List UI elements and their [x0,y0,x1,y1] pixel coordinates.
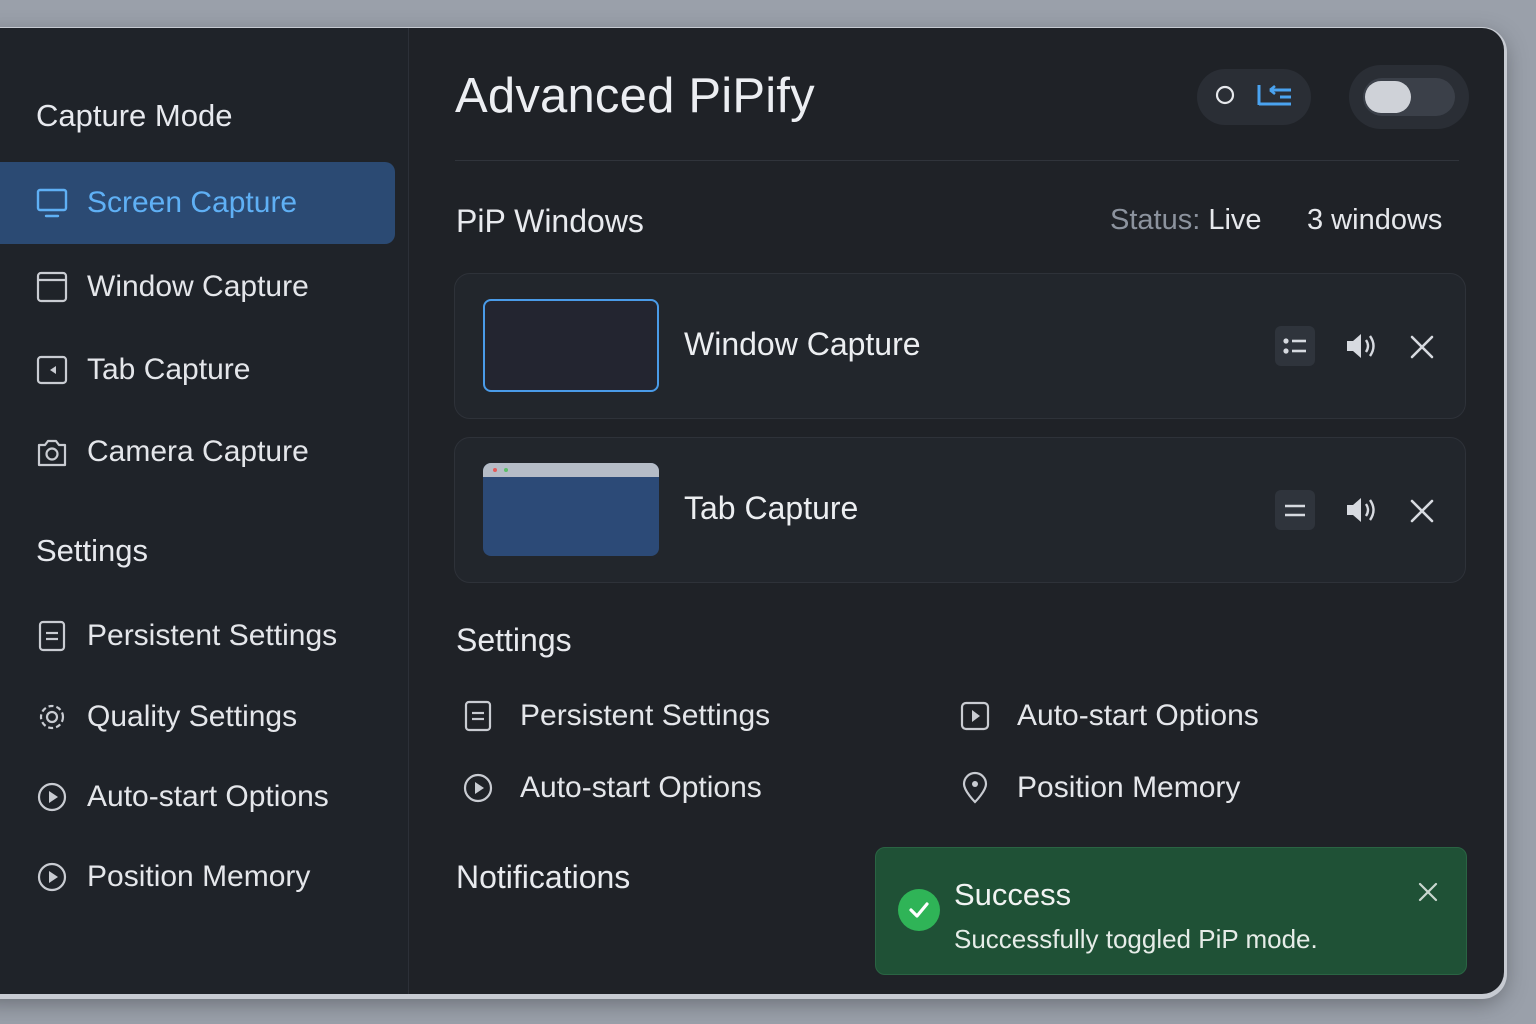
play-circle-icon [34,779,70,815]
location-pin-icon [957,770,993,806]
sidebar-item-persistent-settings[interactable]: Persistent Settings [0,595,395,677]
capture-mode-heading: Capture Mode [36,98,233,133]
view-controls[interactable] [1197,69,1311,125]
setting-auto-start-options[interactable]: Auto-start Options [460,770,762,806]
gear-icon [34,699,70,735]
equals-icon[interactable] [1275,490,1315,530]
camera-icon [34,434,70,470]
swap-list-icon[interactable] [1256,83,1294,112]
sidebar-item-label: Window Capture [87,270,309,303]
main-panel: Advanced PiPify PiP Windows Status: Live… [408,28,1504,994]
sidebar-item-camera-capture[interactable]: Camera Capture [0,411,395,493]
close-icon[interactable] [1407,332,1437,362]
play-circle-icon [460,770,496,806]
tab-icon [34,352,70,388]
toggle-knob [1365,81,1411,113]
status-indicator: Status: Live [1110,204,1262,237]
settings-heading: Settings [36,533,149,568]
sidebar-item-window-capture[interactable]: Window Capture [0,246,395,328]
setting-position-memory[interactable]: Position Memory [957,770,1240,806]
window-dot [493,468,497,472]
pip-window-title: Tab Capture [684,490,859,526]
volume-icon[interactable] [1343,330,1379,362]
pip-windows-heading: PiP Windows [456,203,644,239]
toast-title: Success [954,877,1072,912]
setting-label: Persistent Settings [520,699,771,732]
sidebar-item-quality-settings[interactable]: Quality Settings [0,676,395,758]
pip-window-card[interactable]: Tab Capture [454,437,1466,583]
record-icon[interactable] [1214,84,1236,111]
tab-thumbnail [483,463,659,556]
notifications-heading: Notifications [456,859,631,895]
sidebar-item-label: Quality Settings [87,700,298,733]
sidebar-item-screen-capture[interactable]: Screen Capture [0,162,395,244]
status-label: Status: [1110,204,1201,236]
sidebar-item-label: Camera Capture [87,435,309,468]
sidebar-item-label: Position Memory [87,860,311,893]
setting-label: Auto-start Options [520,771,762,804]
header-divider [455,160,1459,161]
success-toast: Success Successfully toggled PiP mode. [875,847,1467,975]
check-circle-icon [898,889,940,931]
document-icon [34,618,70,654]
window-icon [34,269,70,305]
tab-thumbnail-bar [483,463,659,477]
window-count: 3 windows [1307,204,1443,236]
toast-message: Successfully toggled PiP mode. [954,924,1318,954]
sidebar-item-position-memory[interactable]: Position Memory [0,836,395,918]
setting-auto-start-options[interactable]: Auto-start Options [957,698,1259,734]
settings-section-heading: Settings [456,622,572,658]
list-icon[interactable] [1275,326,1315,366]
toggle-track[interactable] [1363,78,1455,116]
sidebar-item-label: Tab Capture [87,353,251,386]
setting-persistent-settings[interactable]: Persistent Settings [460,698,770,734]
window-thumbnail [483,299,659,392]
sidebar-item-label: Screen Capture [87,186,298,219]
pip-toggle[interactable] [1349,65,1469,129]
close-icon[interactable] [1407,496,1437,526]
sidebar-item-label: Persistent Settings [87,619,338,652]
volume-icon[interactable] [1343,494,1379,526]
page-title: Advanced PiPify [455,69,815,123]
pip-window-card[interactable]: Window Capture [454,273,1466,419]
sidebar: Capture Mode Screen Capture Window Captu… [0,28,409,994]
pip-window-title: Window Capture [684,326,921,362]
setting-label: Auto-start Options [1017,699,1259,732]
setting-label: Position Memory [1017,771,1241,804]
monitor-icon [34,185,70,221]
sidebar-item-tab-capture[interactable]: Tab Capture [0,329,395,411]
document-icon [460,698,496,734]
app-window: Capture Mode Screen Capture Window Captu… [0,28,1504,994]
play-circle-icon [34,859,70,895]
sidebar-item-auto-start-options[interactable]: Auto-start Options [0,756,395,838]
play-square-icon [957,698,993,734]
toast-close-icon[interactable] [1417,881,1439,903]
window-dot [504,468,508,472]
sidebar-item-label: Auto-start Options [87,780,329,813]
status-value: Live [1208,204,1262,236]
